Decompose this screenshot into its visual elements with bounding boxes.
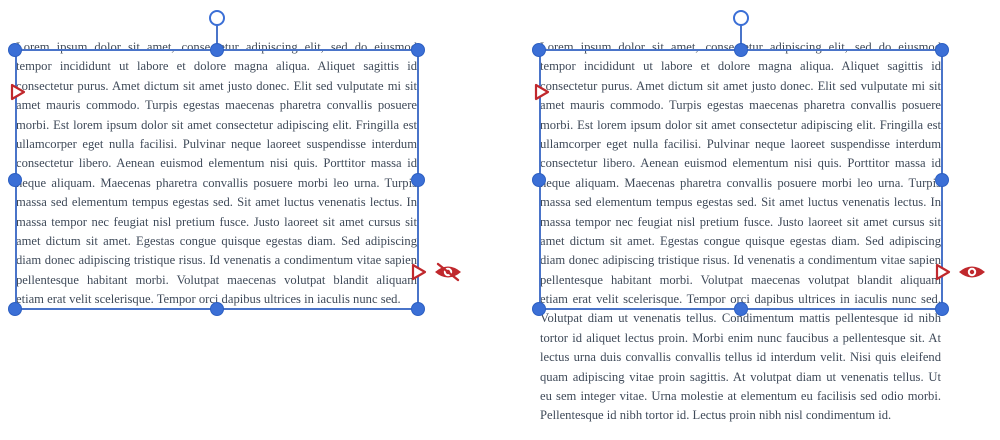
text-line: quam adipiscing vitae proin sagittis. At… xyxy=(540,369,941,384)
text-line: tempor incididunt ut labore et dolore ma… xyxy=(16,59,417,74)
text-line: massa sed elementum tempus egestas sed. … xyxy=(16,195,417,210)
text-line: neque aliquam. Maecenas pharetra convall… xyxy=(540,175,941,190)
resize-handle-bottom-left[interactable] xyxy=(532,302,546,316)
visibility-eye-icon[interactable] xyxy=(957,262,987,282)
resize-handle-top-left[interactable] xyxy=(8,43,22,57)
text-line: ullamcorper eget nulla facilisi. Pulvina… xyxy=(540,136,941,151)
resize-handle-top[interactable] xyxy=(210,43,224,57)
resize-handle-left[interactable] xyxy=(8,173,22,187)
text-line: Pellentesque id nibh tortor id. Lectus p… xyxy=(540,408,892,423)
resize-handle-bottom-right[interactable] xyxy=(411,302,425,316)
text-line: amet dictum sit amet. Egestas congue qui… xyxy=(540,233,941,248)
in-port-icon[interactable] xyxy=(10,83,26,101)
resize-handle-top[interactable] xyxy=(734,43,748,57)
resize-handle-right[interactable] xyxy=(411,173,425,187)
text-line: massa sed elementum tempus egestas sed. … xyxy=(540,195,941,210)
text-line: pellentesque habitant morbi. Volutpat ma… xyxy=(16,272,417,287)
resize-handle-top-left[interactable] xyxy=(532,43,546,57)
text-line: tortor id aliquet lectus proin. Morbi en… xyxy=(540,330,941,345)
resize-handle-bottom[interactable] xyxy=(210,302,224,316)
out-port-icon[interactable] xyxy=(935,263,951,281)
rotate-handle-icon[interactable] xyxy=(733,10,749,26)
resize-handle-top-right[interactable] xyxy=(411,43,425,57)
in-port-icon[interactable] xyxy=(534,83,550,101)
text-line: lectus urna duis convallis convallis tel… xyxy=(540,350,941,365)
text-line: amet mauris commodo. Turpis egestas maec… xyxy=(540,98,941,113)
text-line: ullamcorper eget nulla facilisi. Pulvina… xyxy=(16,136,417,151)
text-line: massa tempor nec feugiat nisl pretium fu… xyxy=(540,214,941,229)
resize-handle-bottom-right[interactable] xyxy=(935,302,949,316)
resize-handle-bottom-left[interactable] xyxy=(8,302,22,316)
text-line: consectetur purus. Amet dictum sit amet … xyxy=(540,78,941,93)
text-line: consectetur libero. Aenean euismod eleme… xyxy=(16,156,417,171)
text-frame-clipped[interactable]: Lorem ipsum dolor sit amet, consectetur … xyxy=(0,0,500,440)
text-content[interactable]: Lorem ipsum dolor sit amet, consectetur … xyxy=(16,38,417,309)
text-line: diam donec adipiscing tristique risus. I… xyxy=(16,253,417,268)
resize-handle-top-right[interactable] xyxy=(935,43,949,57)
text-line: amet mauris commodo. Turpis egestas maec… xyxy=(16,98,417,113)
text-line: diam donec adipiscing tristique risus. I… xyxy=(540,253,941,268)
visibility-eye-icon[interactable] xyxy=(433,262,463,282)
resize-handle-right[interactable] xyxy=(935,173,949,187)
text-line: consectetur libero. Aenean euismod eleme… xyxy=(540,156,941,171)
text-line: consectetur purus. Amet dictum sit amet … xyxy=(16,78,417,93)
text-line: massa tempor nec feugiat nisl pretium fu… xyxy=(16,214,417,229)
text-line: morbi. Est lorem ipsum dolor sit amet co… xyxy=(540,117,941,132)
text-line: morbi. Est lorem ipsum dolor sit amet co… xyxy=(16,117,417,132)
text-line: eu sem integer vitae. Urna molestie at e… xyxy=(540,389,941,404)
text-line: tempor incididunt ut labore et dolore ma… xyxy=(540,59,941,74)
text-line: amet dictum sit amet. Egestas congue qui… xyxy=(16,233,417,248)
resize-handle-bottom[interactable] xyxy=(734,302,748,316)
resize-handle-left[interactable] xyxy=(532,173,546,187)
rotate-handle-icon[interactable] xyxy=(209,10,225,26)
text-line: neque aliquam. Maecenas pharetra convall… xyxy=(16,175,417,190)
text-line: pellentesque habitant morbi. Volutpat ma… xyxy=(540,272,941,287)
out-port-icon[interactable] xyxy=(411,263,427,281)
text-frame-overflow[interactable]: Lorem ipsum dolor sit amet, consectetur … xyxy=(500,0,1000,440)
text-content[interactable]: Lorem ipsum dolor sit amet, consectetur … xyxy=(540,38,941,426)
